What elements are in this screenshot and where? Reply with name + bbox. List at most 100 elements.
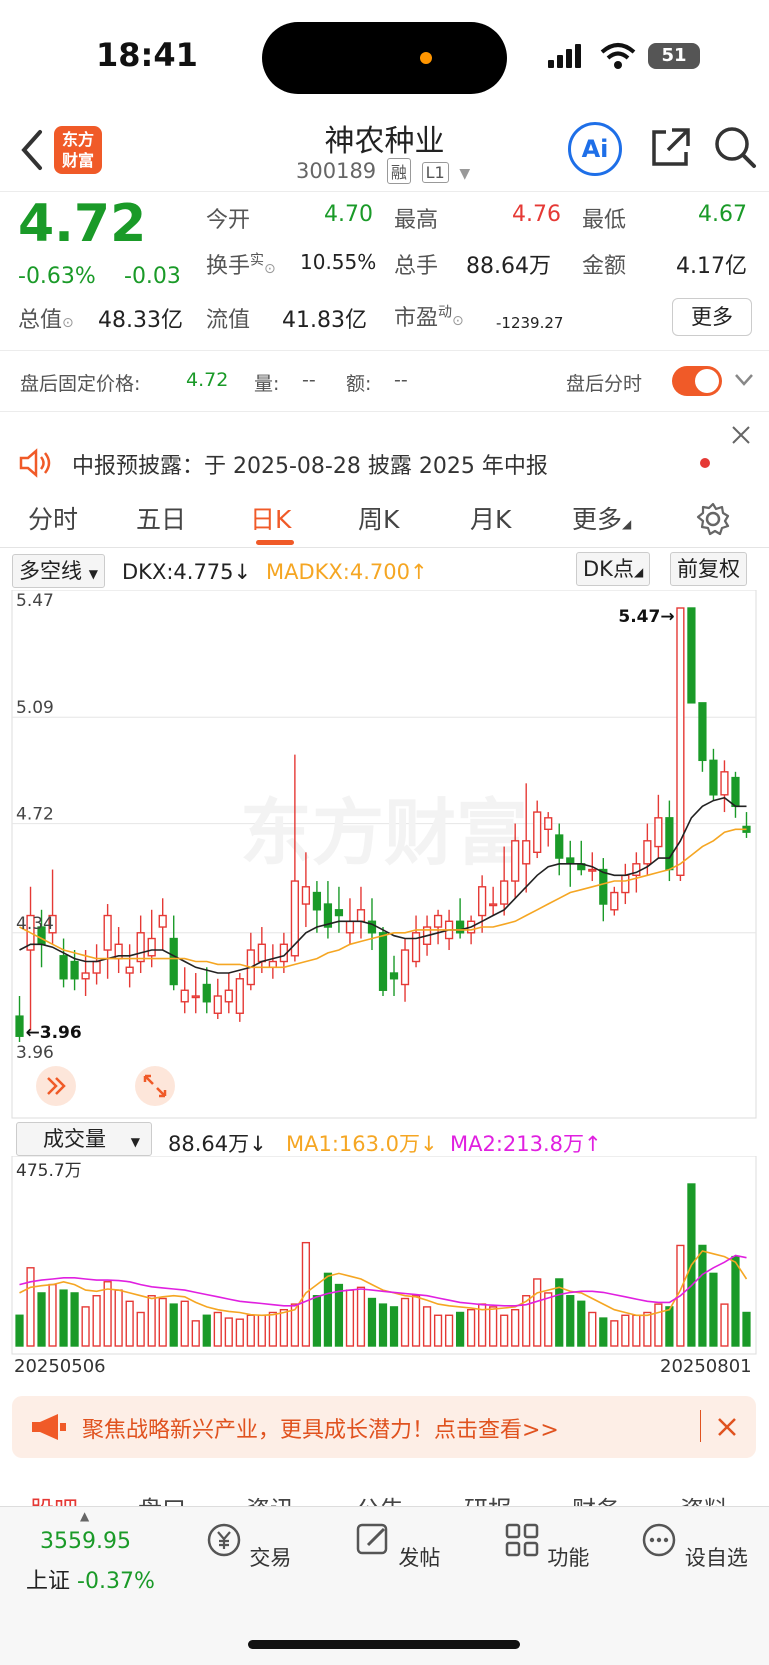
- candle: [334, 886, 344, 933]
- volume-bar: [92, 1295, 101, 1347]
- recording-indicator: [420, 52, 432, 64]
- share-icon[interactable]: [648, 126, 692, 170]
- candle: [555, 823, 564, 876]
- post-button[interactable]: 发帖: [337, 1521, 457, 1572]
- tab-profile[interactable]: 资料: [680, 1490, 728, 1506]
- candle: [103, 904, 112, 979]
- candle: [191, 973, 200, 1014]
- tab-forum[interactable]: 股吧: [30, 1490, 78, 1506]
- volume-bar: [169, 1303, 178, 1347]
- volume-bar: [400, 1297, 410, 1347]
- volume-bar: [720, 1303, 729, 1347]
- active-tab-indicator: [256, 540, 294, 545]
- volume-bar: [235, 1318, 244, 1347]
- collapse-button[interactable]: [36, 1066, 76, 1106]
- tab-orderbook[interactable]: 盘口: [138, 1490, 186, 1506]
- settings-gear-icon[interactable]: [696, 502, 730, 536]
- volume-bar: [257, 1314, 266, 1347]
- volume-bar: [643, 1311, 652, 1347]
- stock-code-row[interactable]: 300189 融 L1 ▼: [296, 158, 470, 184]
- volume-bar: [334, 1283, 344, 1347]
- candle: [533, 800, 542, 859]
- stock-header: 东方 财富 神农种业 300189 融 L1 ▼ Ai: [0, 110, 769, 192]
- index-value[interactable]: 3559.95: [40, 1529, 131, 1554]
- candle: [389, 955, 399, 997]
- volume-select[interactable]: 成交量 ▼: [16, 1122, 152, 1156]
- adjust-button[interactable]: 前复权: [670, 552, 747, 586]
- candle: [654, 794, 663, 859]
- after-hours-toggle[interactable]: [672, 366, 722, 396]
- section-tabs: 股吧 盘口 资讯 公告 研报 财务 资料: [0, 1476, 769, 1506]
- close-icon[interactable]: [716, 1416, 738, 1438]
- volume-bar: [533, 1278, 542, 1347]
- candle: [125, 944, 134, 988]
- candlestick-chart[interactable]: 东方财富 5.47 5.09 4.72 4.34 3.96 5.47→ ←3.96: [0, 590, 769, 1120]
- more-button[interactable]: 更多: [672, 298, 752, 336]
- tab-intraday[interactable]: 分时: [28, 500, 78, 536]
- candle: [400, 938, 410, 1002]
- notice-bar[interactable]: 中报预披露：于 2025-08-28 披露 2025 年中报: [0, 426, 769, 488]
- trade-button[interactable]: 交易: [188, 1521, 308, 1572]
- promo-banner[interactable]: 聚焦战略新兴产业，更具成长潜力！点击查看>>: [12, 1396, 756, 1458]
- volume-bar: [70, 1292, 79, 1347]
- battery-icon: 51: [648, 43, 700, 69]
- tab-news[interactable]: 资讯: [246, 1490, 294, 1506]
- volume-bar: [103, 1281, 112, 1347]
- megaphone-icon: [32, 1414, 66, 1440]
- volume-bar: [621, 1314, 630, 1347]
- candle: [610, 886, 619, 916]
- volume-bar: [268, 1311, 277, 1347]
- dk-point-button[interactable]: DK点◢: [576, 552, 651, 586]
- low-annotation: ←3.96: [26, 1023, 82, 1043]
- tab-daily-k[interactable]: 日K: [250, 500, 291, 536]
- candle: [224, 973, 233, 1014]
- volume-bar: [125, 1300, 134, 1347]
- chevron-down-icon[interactable]: [734, 373, 754, 387]
- candle: [70, 950, 79, 991]
- volume-bar: [136, 1311, 145, 1347]
- volume-bar: [433, 1314, 443, 1347]
- candle: [356, 886, 366, 939]
- low-label: 最低: [582, 208, 627, 233]
- price-axis-label: 4.72: [16, 805, 54, 825]
- candle: [169, 915, 178, 991]
- volume-bar: [610, 1320, 619, 1347]
- volume-bar: [577, 1300, 586, 1347]
- candle: [709, 748, 718, 801]
- tab-research[interactable]: 研报: [464, 1490, 512, 1506]
- caret-up-icon: ▲: [80, 1509, 90, 1523]
- volume-bar: [279, 1308, 288, 1347]
- candle: [268, 944, 277, 979]
- candle: [489, 886, 498, 916]
- ma2-line: [19, 1254, 747, 1307]
- amount-value: 4.17亿: [676, 254, 747, 279]
- index-quote[interactable]: 上证 -0.37%: [26, 1563, 155, 1595]
- candle: [180, 967, 189, 1014]
- tab-weekly-k[interactable]: 周K: [358, 500, 399, 536]
- stock-code: 300189: [296, 159, 377, 183]
- ai-button[interactable]: Ai: [568, 122, 622, 176]
- turnover-label: 换手实⊙: [206, 252, 276, 279]
- volume-bar: [444, 1314, 454, 1347]
- end-date: 20250801: [660, 1356, 752, 1377]
- indicator-row: 多空线 ▼ DKX:4.775↓ MADKX:4.700↑ DK点◢ 前复权: [0, 552, 769, 590]
- search-icon[interactable]: [712, 124, 758, 172]
- after-amt-value: --: [394, 369, 408, 391]
- tab-announcements[interactable]: 公告: [356, 1490, 404, 1506]
- functions-button[interactable]: 功能: [486, 1521, 606, 1572]
- tab-monthly-k[interactable]: 月K: [470, 500, 511, 536]
- candle: [478, 875, 487, 933]
- banner-text: 聚焦战略新兴产业，更具成长潜力！点击查看>>: [82, 1418, 559, 1443]
- volume-chart[interactable]: 475.7万: [0, 1156, 769, 1356]
- add-watchlist-button[interactable]: 设自选: [634, 1521, 754, 1572]
- close-icon[interactable]: [730, 424, 752, 446]
- volume-bar: [114, 1289, 123, 1347]
- candle: [599, 858, 608, 922]
- volume-bar: [632, 1314, 641, 1347]
- indicator-select[interactable]: 多空线 ▼: [12, 554, 105, 588]
- after-price-value: 4.72: [186, 369, 229, 391]
- tab-more[interactable]: 更多◢: [572, 500, 631, 536]
- tab-financials[interactable]: 财务: [572, 1490, 620, 1506]
- expand-button[interactable]: [135, 1066, 175, 1106]
- tab-five-day[interactable]: 五日: [136, 500, 186, 536]
